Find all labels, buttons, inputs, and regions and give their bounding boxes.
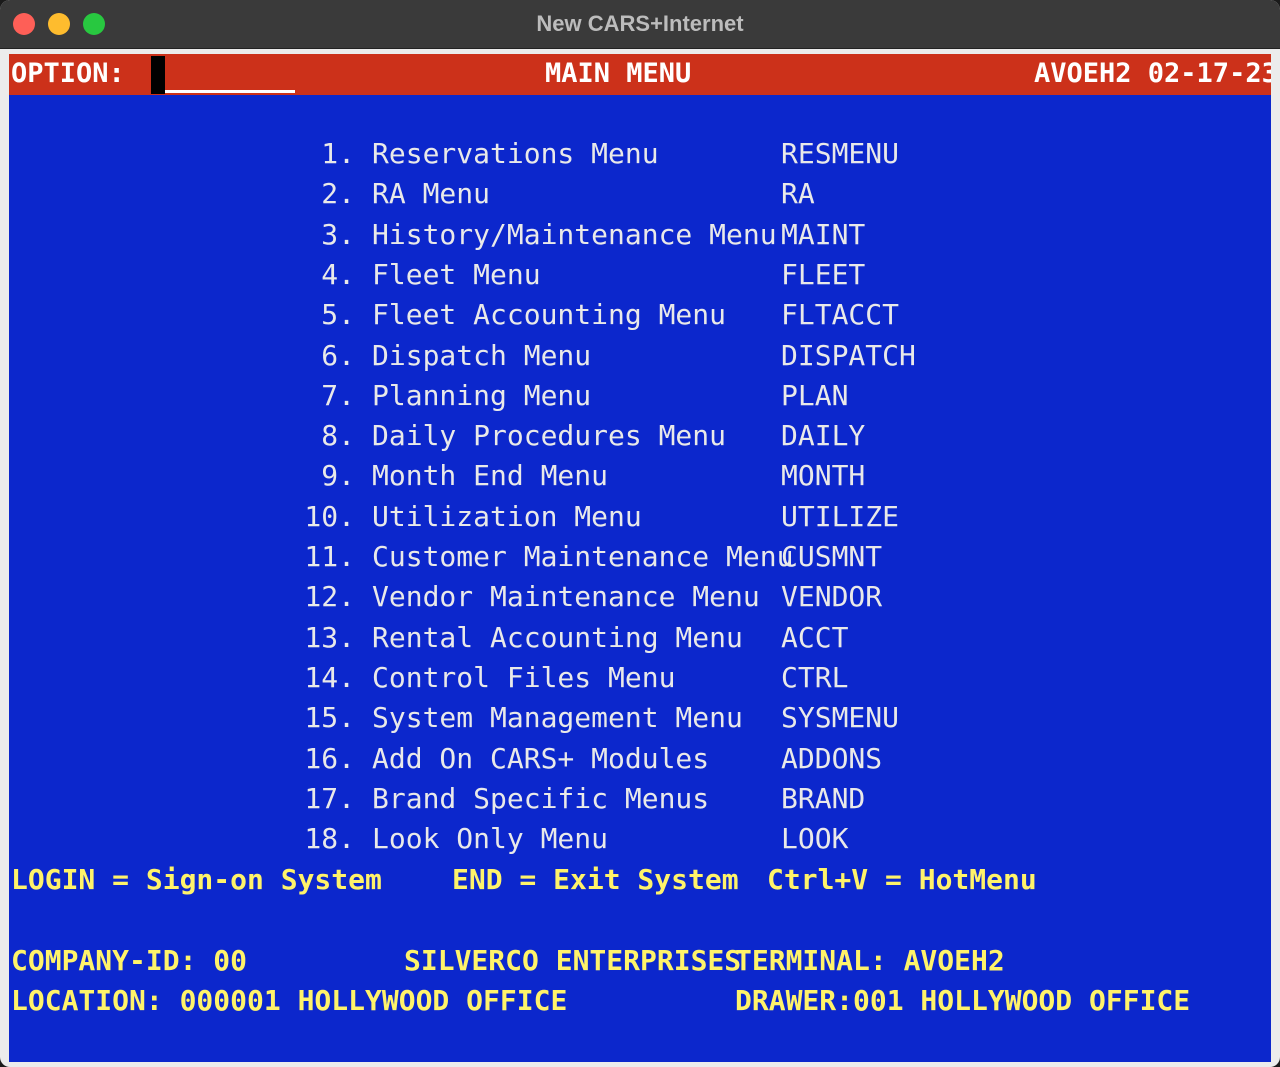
menu-item[interactable]: 9. Month End Menu MONTH (9, 456, 1271, 496)
text-cursor (151, 56, 165, 94)
menu-item-label: Rental Accounting Menu (372, 620, 743, 654)
menu-item[interactable]: 17. Brand Specific Menus BRAND (9, 779, 1271, 819)
menu-item[interactable]: 16. Add On CARS+ Modules ADDONS (9, 739, 1271, 779)
app-window: New CARS+Internet OPTION: MAIN MENU AVOE… (0, 0, 1280, 1067)
menu-item-number: 13. (304, 620, 355, 654)
menu-item-label: RA Menu (372, 177, 491, 211)
menu-item-number: 7. (321, 378, 355, 412)
menu-item-code: VENDOR (781, 580, 883, 614)
hotkey-end[interactable]: END = Exit System (452, 860, 739, 900)
menu-item-code: SYSMENU (781, 701, 900, 735)
hotkey-login[interactable]: LOGIN = Sign-on System (11, 860, 382, 900)
menu-item-code: UTILIZE (781, 499, 900, 533)
menu-item-number: 16. (304, 741, 355, 775)
menu-item[interactable]: 10. Utilization Menu UTILIZE (9, 497, 1271, 537)
menu-item-code: RA (781, 177, 815, 211)
menu-item-label: Utilization Menu (372, 499, 642, 533)
menu-item[interactable]: 11. Customer Maintenance Menu CUSMNT (9, 537, 1271, 577)
screen-title: MAIN MENU (545, 58, 692, 89)
option-input[interactable] (151, 58, 295, 93)
menu-item-label: Control Files Menu (372, 660, 676, 694)
menu-item-label: Brand Specific Menus (372, 781, 710, 815)
option-label: OPTION: (11, 58, 125, 89)
menu-item-label: Add On CARS+ Modules (372, 741, 710, 775)
terminal-date: AVOEH2 02-17-23 (1034, 58, 1271, 89)
menu-item[interactable]: 4. Fleet Menu FLEET (9, 255, 1271, 295)
menu-item[interactable]: 1. Reservations Menu RESMENU (9, 134, 1271, 174)
menu-item-code: DISPATCH (781, 338, 916, 372)
menu-item-number: 1. (321, 137, 355, 170)
title-bar: New CARS+Internet (0, 0, 1280, 49)
menu-item[interactable]: 3. History/Maintenance Menu MAINT (9, 215, 1271, 255)
company-name: SILVERCO ENTERPRISES (404, 944, 742, 977)
menu-item-number: 10. (304, 499, 355, 533)
menu-item-code: BRAND (781, 781, 866, 815)
menu-item-label: Dispatch Menu (372, 338, 592, 372)
menu-item-number: 12. (304, 580, 355, 614)
menu-item-label: Planning Menu (372, 378, 592, 412)
menu-item[interactable]: 8. Daily Procedures Menu DAILY (9, 416, 1271, 456)
menu-item-code: FLEET (781, 257, 866, 291)
menu-item[interactable]: 15. System Management Menu SYSMENU (9, 698, 1271, 738)
menu-item[interactable]: 13. Rental Accounting Menu ACCT (9, 618, 1271, 658)
menu-item[interactable]: 5. Fleet Accounting Menu FLTACCT (9, 295, 1271, 335)
terminal-id: TERMINAL: AVOEH2 (735, 944, 1005, 977)
menu-item-number: 15. (304, 701, 355, 735)
menu-item-code: RESMENU (781, 137, 900, 170)
menu-item[interactable]: 14. Control Files Menu CTRL (9, 658, 1271, 698)
menu-item-label: Customer Maintenance Menu (372, 540, 794, 573)
menu-item-label: Look Only Menu (372, 822, 609, 856)
hotkey-hotmenu[interactable]: Ctrl+V = HotMenu (767, 860, 1037, 900)
menu-item-code: CUSMNT (781, 540, 883, 573)
window-title: New CARS+Internet (536, 11, 744, 36)
menu-item-label: Fleet Menu (372, 257, 541, 291)
menu-item-code: ACCT (781, 620, 849, 654)
menu-item-number: 5. (321, 298, 355, 332)
drawer: DRAWER:001 HOLLYWOOD OFFICE (735, 984, 1191, 1017)
menu-item[interactable]: 7. Planning Menu PLAN (9, 376, 1271, 416)
menu-item[interactable]: 2. RA Menu RA (9, 174, 1271, 214)
menu-item-number: 17. (304, 781, 355, 815)
location: LOCATION: 000001 HOLLYWOOD OFFICE (11, 984, 568, 1017)
menu-item-number: 2. (321, 177, 355, 211)
menu-item-number: 11. (304, 540, 355, 573)
menu-item-number: 14. (304, 660, 355, 694)
menu-item-label: Month End Menu (372, 459, 609, 493)
menu-item-code: DAILY (781, 419, 866, 453)
header-bar: OPTION: MAIN MENU AVOEH2 02-17-23 (9, 54, 1271, 95)
menu-item-code: FLTACCT (781, 298, 900, 332)
menu-item-label: Vendor Maintenance Menu (372, 580, 760, 614)
menu-item-code: ADDONS (781, 741, 883, 775)
company-id: COMPANY-ID: 00 (11, 944, 248, 977)
menu-item-label: History/Maintenance Menu (372, 217, 777, 251)
menu-item-number: 18. (304, 822, 355, 856)
menu-item-number: 4. (321, 257, 355, 291)
menu-item-label: Fleet Accounting Menu (372, 298, 727, 332)
menu-item-number: 9. (321, 459, 355, 493)
menu-item-number: 6. (321, 338, 355, 372)
menu-item-label: System Management Menu (372, 701, 743, 735)
menu-item-code: MAINT (781, 217, 866, 251)
menu-item[interactable]: 6. Dispatch Menu DISPATCH (9, 336, 1271, 376)
menu-item-label: Daily Procedures Menu (372, 419, 727, 453)
menu-item-number: 8. (321, 419, 355, 453)
menu-item[interactable]: 18. Look Only Menu LOOK (9, 819, 1271, 859)
menu-item[interactable]: 12. Vendor Maintenance Menu VENDOR (9, 577, 1271, 617)
menu-item-code: CTRL (781, 660, 849, 694)
menu-item-code: PLAN (781, 378, 849, 412)
menu-item-code: MONTH (781, 459, 866, 493)
menu-item-label: Reservations Menu (372, 137, 659, 170)
terminal-screen[interactable]: OPTION: MAIN MENU AVOEH2 02-17-23 1. Rese… (9, 54, 1271, 1062)
menu-item-number: 3. (321, 217, 355, 251)
menu-item-code: LOOK (781, 822, 849, 856)
